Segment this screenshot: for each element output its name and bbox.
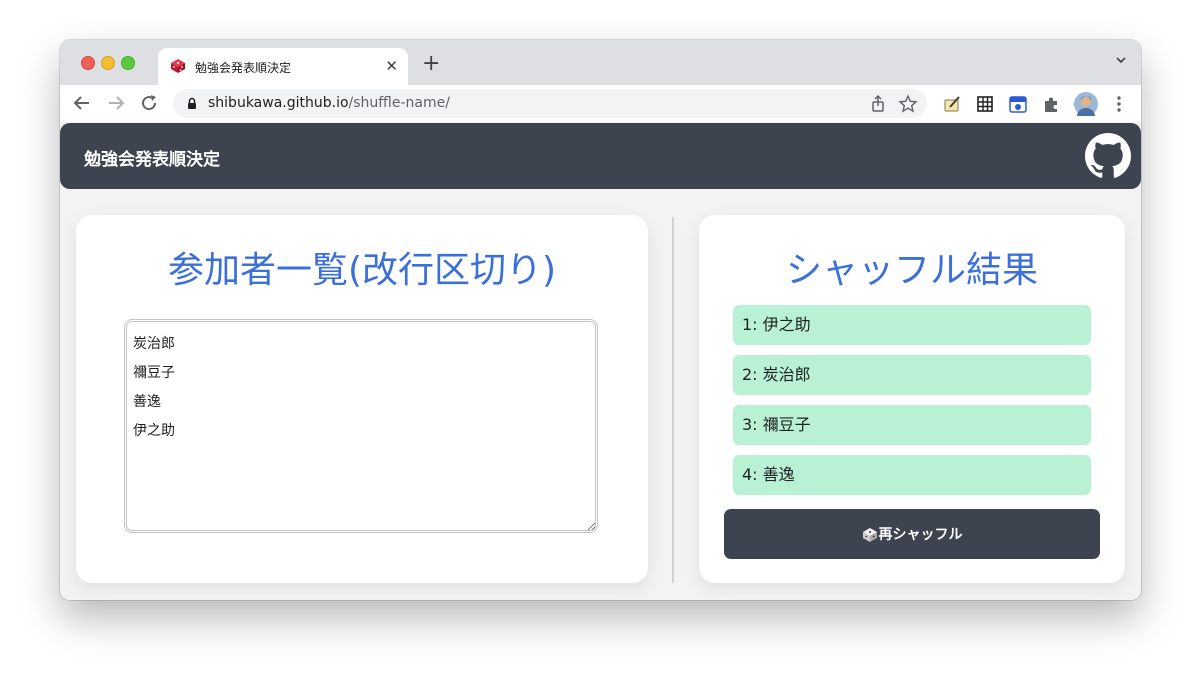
puzzle-extensions-icon[interactable] [1041,94,1061,114]
dice-icon [862,528,877,542]
browser-toolbar: shibukawa.github.io/shuffle-name/ [60,85,1141,122]
result-item: 3: 禰豆子 [733,405,1091,445]
grid-extension-icon[interactable] [975,94,995,114]
lock-icon [188,97,196,109]
participants-heading: 参加者一覧(改行区切り) [167,250,557,291]
share-icon[interactable] [867,93,889,115]
github-icon[interactable] [1085,133,1131,179]
browser-tab[interactable]: 勉強会発表順決定 ✕ [158,48,408,85]
forward-arrow-icon[interactable] [104,91,128,115]
zoom-window-button[interactable] [121,56,135,70]
calendar-extension-icon[interactable] [1008,94,1028,114]
url-host: shibukawa.github.io [208,95,349,111]
tab-title: 勉強会発表順決定 [195,61,292,75]
results-heading: シャッフル結果 [785,250,1038,291]
minimize-window-button[interactable] [101,56,115,70]
url-text: shibukawa.github.io/shuffle-name/ [208,95,450,111]
tab-strip: 勉強会発表順決定 ✕ + [60,40,1141,85]
edit-extension-icon[interactable] [942,94,962,114]
chevron-down-icon[interactable] [1115,54,1127,66]
close-window-button[interactable] [81,56,95,70]
back-arrow-icon[interactable] [70,91,94,115]
page-content: 勉強会発表順決定 参加者一覧(改行区切り) シャッフル結果 1: 伊之助 2: … [60,122,1141,600]
browser-window: 勉強会発表順決定 ✕ + shibukawa.github.io/shuffle… [60,40,1141,600]
star-icon[interactable] [897,93,919,115]
url-path: /shuffle-name/ [348,95,450,111]
result-item: 4: 善逸 [733,455,1091,495]
reshuffle-button[interactable]: 再シャッフル [724,509,1100,559]
app-title: 勉強会発表順決定 [84,150,220,170]
participants-card: 参加者一覧(改行区切り) [76,215,648,583]
profile-avatar[interactable] [1074,92,1098,116]
results-card: シャッフル結果 1: 伊之助 2: 炭治郎 3: 禰豆子 4: 善逸 再シャッフ… [699,215,1125,583]
result-item: 1: 伊之助 [733,305,1091,345]
dice-icon [171,59,185,73]
reshuffle-label: 再シャッフル [878,527,963,543]
address-bar[interactable]: shibukawa.github.io/shuffle-name/ [173,89,927,118]
result-item: 2: 炭治郎 [733,355,1091,395]
reload-icon[interactable] [137,91,161,115]
participants-textarea[interactable] [124,319,598,533]
more-menu-icon[interactable] [1109,94,1129,114]
app-header: 勉強会発表順決定 [60,123,1141,189]
panel-divider [672,217,674,583]
new-tab-button[interactable]: + [422,52,440,76]
tab-close-icon[interactable]: ✕ [385,56,398,76]
resize-handle-icon[interactable] [587,522,596,531]
